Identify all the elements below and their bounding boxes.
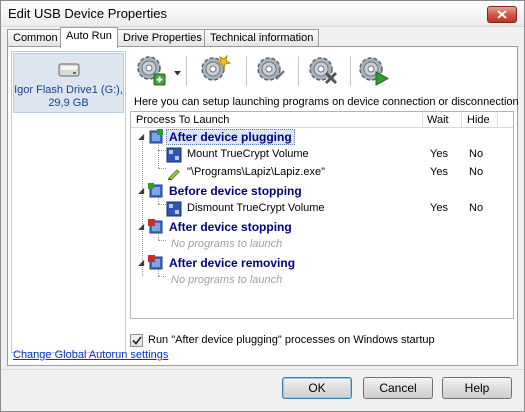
wait-value: Yes [430,148,448,160]
group-after-device-stopping[interactable]: After device stopping [169,220,292,234]
toolbar-separator [298,56,299,86]
truecrypt-icon [166,147,182,163]
program-properties-button[interactable] [254,53,288,87]
global-autorun-link[interactable]: Change Global Autorun settings [13,349,168,361]
tree-connector [142,138,143,276]
group-before-device-stopping[interactable]: Before device stopping [169,184,302,198]
column-divider [497,113,498,127]
wait-value: Yes [430,166,448,178]
group-after-device-removing[interactable]: After device removing [169,256,295,270]
process-tree[interactable]: Process To Launch Wait Hide ◢ After devi… [130,111,514,319]
pencil-icon [168,169,180,181]
plug-in-icon [149,129,163,144]
collapse-toggle-icon[interactable]: ◢ [138,258,144,268]
tree-connector [158,145,159,168]
column-divider [461,113,462,127]
device-list[interactable]: Igor Flash Drive1 (G:), 29,9 GB [11,51,126,353]
dialog-window: Edit USB Device Properties Common Auto R… [0,0,525,412]
tree-header: Process To Launch Wait Hide [131,112,513,128]
column-header-wait[interactable]: Wait [427,114,449,126]
tree-connector [158,168,166,169]
close-button[interactable] [487,6,517,23]
dropdown-arrow-icon[interactable] [174,71,181,76]
delete-gear-icon [309,57,338,85]
wait-value: Yes [430,202,448,214]
window-title: Edit USB Device Properties [8,6,167,21]
footer-divider [1,369,524,370]
auto-run-panel: Igor Flash Drive1 (G:), 29,9 GB Here you… [7,46,519,366]
tree-connector [158,276,166,277]
help-button[interactable]: Help [442,377,512,399]
tab-auto-run[interactable]: Auto Run [60,27,118,48]
checkmark-icon [131,336,142,345]
tree-connector [158,240,166,241]
close-icon [497,10,507,19]
cancel-button[interactable]: Cancel [363,377,433,399]
run-program-button[interactable] [356,53,390,87]
column-divider [422,113,423,127]
tab-drive-properties[interactable]: Drive Properties [117,29,208,47]
startup-checkbox-label[interactable]: Run "After device plugging" processes on… [148,334,435,346]
properties-gear-icon [257,57,285,81]
tab-technical-information[interactable]: Technical information [204,29,320,47]
ok-button[interactable]: OK [282,377,352,399]
group-after-device-plugging[interactable]: After device plugging [166,129,295,145]
toolbar-separator [246,56,247,86]
hide-value: No [469,202,484,214]
collapse-toggle-icon[interactable]: ◢ [138,222,144,232]
startup-checkbox[interactable] [130,334,143,347]
info-text: Here you can setup launching programs on… [134,96,519,108]
empty-note: No programs to launch [171,238,283,250]
add-program-button[interactable] [134,53,168,87]
delete-program-button[interactable] [306,53,340,87]
toolbar-separator [350,56,351,86]
collapse-toggle-icon[interactable]: ◢ [138,132,144,142]
edit-program-button[interactable] [198,53,232,87]
removed-icon [148,255,163,270]
empty-note: No programs to launch [171,274,283,286]
truecrypt-icon [166,201,182,217]
program-item-label[interactable]: Mount TrueCrypt Volume [187,148,309,160]
stopped-icon [148,219,163,234]
program-item-label[interactable]: "\Programs\Lapiz\Lapiz.exe" [187,166,325,178]
edit-gear-icon [201,54,232,81]
add-program-gear-icon [137,56,166,86]
device-item[interactable]: Igor Flash Drive1 (G:), 29,9 GB [13,53,124,113]
hide-value: No [469,148,484,160]
run-gear-icon [359,57,390,86]
tree-connector [158,150,166,151]
toolbar-separator [186,56,187,86]
column-header-process[interactable]: Process To Launch [136,114,229,126]
device-name: Igor Flash Drive1 (G:), 29,9 GB [14,84,123,109]
tab-common[interactable]: Common [7,29,64,47]
tree-connector [158,204,166,205]
title-bar[interactable]: Edit USB Device Properties [1,1,524,27]
stop-pre-icon [148,183,163,198]
program-item-label[interactable]: Dismount TrueCrypt Volume [187,202,325,214]
collapse-toggle-icon[interactable]: ◢ [138,186,144,196]
column-header-hide[interactable]: Hide [467,114,490,126]
usb-drive-icon [58,63,80,77]
hide-value: No [469,166,484,178]
